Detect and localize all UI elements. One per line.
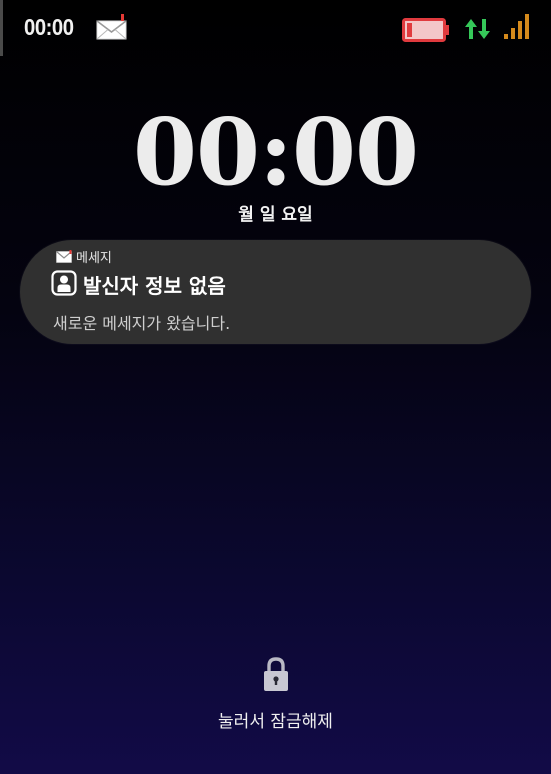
notification-title: 발신자 정보 없음	[83, 274, 226, 298]
envelope-icon	[56, 250, 72, 263]
data-arrows-icon	[465, 19, 490, 39]
notification-app-header: 메세지	[56, 247, 112, 266]
status-bar: 00:00	[0, 0, 551, 56]
battery-low-icon	[402, 18, 449, 42]
unlock-hint[interactable]: 눌러서 잠금해제	[0, 707, 551, 732]
notification-app-name: 메세지	[76, 251, 112, 266]
status-time: 00:00	[24, 14, 74, 40]
lock-icon[interactable]	[263, 656, 289, 692]
notification-body: 새로운 메세지가 왔습니다.	[53, 314, 231, 333]
lock-screen-clock: 00:00	[132, 98, 419, 206]
person-contact-icon	[51, 270, 77, 296]
signal-bars-icon	[504, 14, 529, 39]
message-notification[interactable]: 메세지 발신자 정보 없음 새로운 메세지가 왔습니다.	[20, 240, 531, 344]
lock-screen-date: 월 일 요일	[238, 205, 313, 225]
envelope-icon[interactable]	[96, 14, 128, 40]
